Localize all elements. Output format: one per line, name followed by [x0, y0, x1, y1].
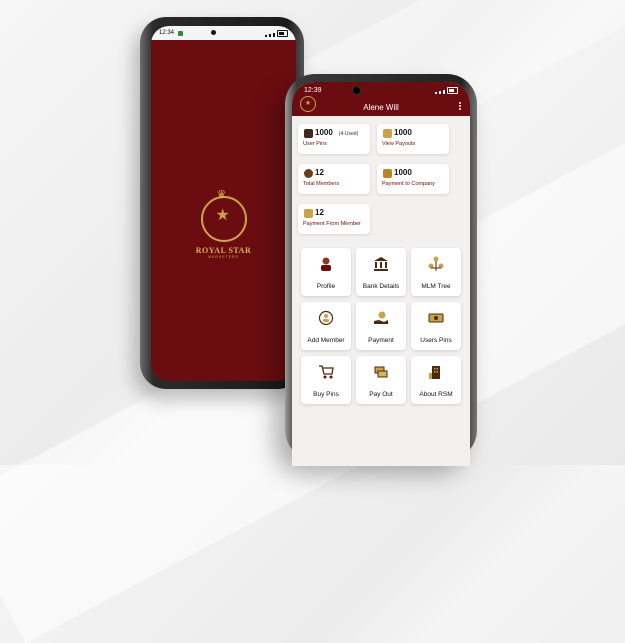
ticket-icon: [428, 310, 444, 326]
stat-extra: (4-Used): [338, 131, 359, 137]
tile-users-pins[interactable]: Users Pins: [411, 302, 461, 350]
tile-label: Buy Pins: [313, 391, 339, 398]
tile-payment[interactable]: Payment: [356, 302, 406, 350]
tile-label: Payment: [368, 337, 394, 344]
battery-icon: [277, 29, 288, 37]
more-menu-icon[interactable]: [459, 102, 462, 110]
profile-icon: [318, 256, 334, 272]
payment-icon: [383, 169, 392, 178]
brand-logo: ♛ ★ ROYAL STAR MARKETERS: [151, 189, 296, 259]
pin-card-icon: [304, 129, 313, 138]
front-phone: 12:39 ★ Alene Will 1000 (4-Used) User Pin…: [285, 74, 477, 466]
splash-screen: 12:34 ♛ ★ ROYAL STAR MARKETERS: [151, 26, 296, 381]
dashboard-screen: 12:39 ★ Alene Will 1000 (4-Used) User Pin…: [292, 82, 470, 466]
stat-label: Total Members: [303, 181, 340, 187]
stat-row: 12 Total Members 1000 Payment to Company: [298, 164, 464, 194]
stat-value: 1000: [394, 168, 412, 177]
tile-profile[interactable]: Profile: [301, 248, 351, 296]
stat-row: 12 Payment From Member: [298, 204, 464, 234]
stat-number: 1000: [315, 128, 333, 137]
status-time: 12:34: [159, 30, 175, 36]
tile-buy-pins[interactable]: Buy Pins: [301, 356, 351, 404]
star-icon: ★: [215, 207, 230, 224]
stat-card-total-members[interactable]: 12 Total Members: [298, 164, 370, 194]
tree-icon: [428, 256, 444, 272]
signal-icon: [435, 91, 437, 94]
payment-hand-icon: [373, 310, 389, 326]
tile-label: Pay Out: [369, 391, 393, 398]
tile-add-member[interactable]: Add Member: [301, 302, 351, 350]
stat-card-view-payouts[interactable]: 1000 View Payouts: [377, 124, 449, 154]
member-icon: [304, 169, 313, 178]
stat-value: 1000: [394, 128, 412, 137]
payout-cash-icon: [373, 364, 389, 380]
stat-label: Payment to Company: [382, 181, 435, 187]
brand-name: ROYAL STAR: [195, 246, 252, 255]
status-time: 12:39: [304, 86, 322, 94]
back-phone: 12:34 ♛ ★ ROYAL STAR MARKETERS: [140, 17, 304, 389]
tile-label: MLM Tree: [421, 283, 451, 290]
app-bar: ★ Alene Will: [292, 96, 470, 116]
stat-card-payment-from-member[interactable]: 12 Payment From Member: [298, 204, 370, 234]
tile-label: Bank Details: [362, 283, 400, 290]
stat-row: 1000 (4-Used) User Pins 1000 View Payouts: [298, 124, 464, 154]
dashboard-content: 1000 (4-Used) User Pins 1000 View Payouts…: [292, 116, 470, 404]
status-bar: 12:34: [151, 26, 296, 40]
stat-card-payment-to-company[interactable]: 1000 Payment to Company: [377, 164, 449, 194]
tile-label: About RSM: [419, 391, 453, 398]
payment-from-icon: [304, 209, 313, 218]
payout-icon: [383, 129, 392, 138]
stat-label: View Payouts: [382, 141, 416, 147]
stat-value: 12: [315, 208, 324, 217]
crown-icon: ♛: [216, 189, 227, 201]
stat-label: Payment From Member: [303, 221, 361, 227]
stat-value: 1000 (4-Used): [315, 128, 358, 137]
signal-icon: [443, 89, 445, 94]
stat-value: 12: [315, 168, 324, 177]
page-title: Alene Will: [363, 102, 399, 112]
signal-icon: [273, 32, 275, 37]
signal-icon: [439, 90, 441, 94]
logo-emblem-icon: ♛ ★: [200, 189, 247, 242]
tile-about-rsm[interactable]: About RSM: [411, 356, 461, 404]
camera-icon: [352, 86, 361, 95]
status-icons: [265, 29, 288, 37]
status-bar: 12:39: [292, 82, 470, 98]
bank-icon: [373, 256, 389, 272]
tile-label: Add Member: [307, 337, 345, 344]
tile-label: Users Pins: [420, 337, 452, 344]
building-icon: [428, 364, 444, 380]
app-logo-icon: ★: [300, 96, 316, 112]
tile-label: Profile: [316, 283, 336, 290]
signal-icon: [269, 33, 271, 37]
tile-mlm-tree[interactable]: MLM Tree: [411, 248, 461, 296]
camera-icon: [211, 30, 216, 35]
battery-icon: [447, 86, 458, 94]
brand-subtitle: MARKETERS: [208, 255, 239, 259]
stat-label: User Pins: [303, 141, 327, 147]
notification-icon: [178, 30, 184, 36]
tile-bank-details[interactable]: Bank Details: [356, 248, 406, 296]
menu-grid: Profile Bank Details MLM Tree Add Member…: [301, 248, 464, 404]
tile-pay-out[interactable]: Pay Out: [356, 356, 406, 404]
cart-icon: [318, 364, 334, 380]
signal-icon: [265, 34, 267, 37]
status-icons: [435, 86, 458, 94]
add-member-icon: [318, 310, 334, 326]
stat-card-user-pins[interactable]: 1000 (4-Used) User Pins: [298, 124, 370, 154]
